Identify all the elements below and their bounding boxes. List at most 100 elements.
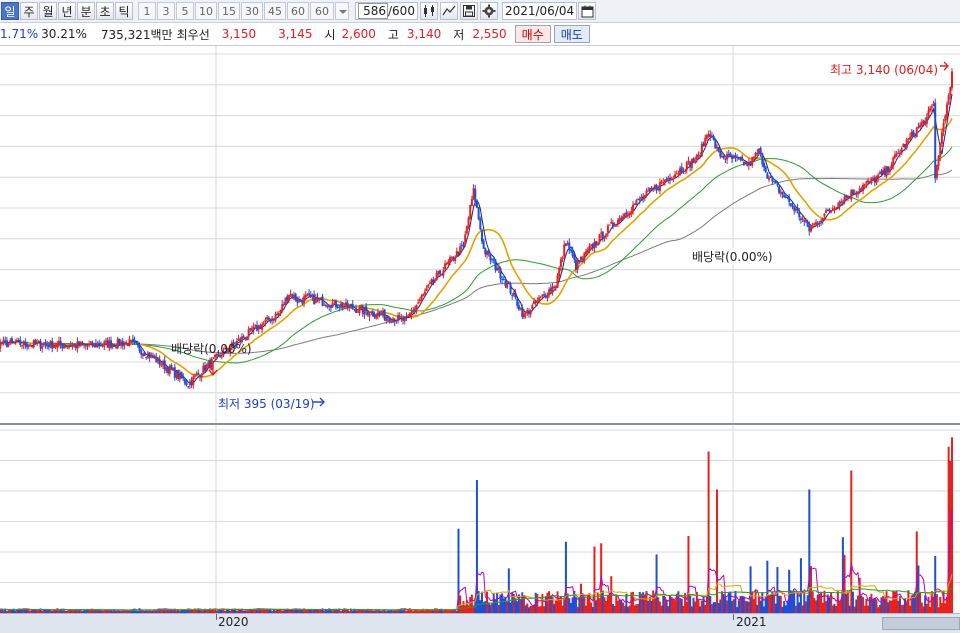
candle-body (425, 288, 428, 291)
interval-button-10[interactable]: 10 (195, 2, 217, 20)
candle-body (19, 339, 22, 345)
interval-dropdown-button[interactable] (335, 2, 349, 20)
candle-body (412, 310, 415, 312)
candle-body (334, 300, 337, 308)
period-button-3[interactable]: 년 (58, 2, 76, 20)
candle-body (482, 240, 485, 249)
candle-body (531, 305, 534, 309)
interval-custom-field[interactable]: 60 (310, 2, 334, 20)
volume-chart[interactable] (0, 425, 960, 613)
scroll-thumb[interactable] (882, 617, 960, 630)
candle-body (935, 164, 938, 178)
chart-toolbar: 일주월년분초틱 1 3 5 10 15 30 45 60 60 586 /600 2021/0… (0, 0, 960, 23)
candle-body (264, 319, 267, 322)
interval-button-30[interactable]: 30 (241, 2, 263, 20)
candle-body (764, 166, 767, 173)
candle-body (328, 305, 331, 307)
buy-button[interactable]: 매수 (514, 25, 551, 43)
candle-body (89, 341, 92, 343)
candle-body (630, 211, 633, 215)
candle-body (467, 217, 470, 227)
period-button-5[interactable]: 초 (96, 2, 114, 20)
period-button-2[interactable]: 월 (39, 2, 57, 20)
data-count-current[interactable]: 586 (358, 3, 388, 19)
date-value: 2021/06/04 (504, 4, 575, 18)
interval-button-60[interactable]: 60 (287, 2, 309, 20)
candle-body (841, 202, 844, 204)
candle-body (474, 189, 477, 203)
candle-body (422, 293, 425, 297)
candle-body (509, 283, 512, 294)
volume-bar (715, 489, 718, 613)
candle-body (714, 138, 717, 149)
interval-button-3[interactable]: 3 (157, 2, 175, 20)
interval-button-45[interactable]: 45 (264, 2, 286, 20)
trade-amount: 735,321백만 (100, 27, 173, 42)
date-field[interactable]: 2021/06/04 (501, 2, 578, 20)
data-count-field[interactable]: 586 /600 (355, 2, 418, 20)
candle-body (920, 122, 923, 126)
candle-body (487, 249, 490, 254)
time-axis[interactable]: 2020 2021 (0, 613, 960, 633)
candle-body (875, 176, 878, 183)
candle-body (331, 302, 334, 308)
calendar-icon[interactable] (578, 2, 597, 20)
interval-button-15[interactable]: 15 (218, 2, 240, 20)
ma60-line (0, 146, 953, 364)
candle-body (252, 326, 255, 330)
period-button-0[interactable]: 일 (1, 2, 19, 20)
candle-body (477, 207, 480, 220)
candle-body (925, 116, 928, 124)
candle-body (818, 222, 821, 224)
candle-body (632, 204, 635, 212)
candles (0, 68, 953, 390)
candle-body (480, 230, 483, 242)
candle-body (937, 155, 940, 167)
volume-grid (0, 425, 960, 613)
candle-body (41, 346, 44, 349)
candle-body (7, 343, 10, 346)
period-button-1[interactable]: 주 (20, 2, 38, 20)
candle-body (687, 160, 690, 162)
candle-body (561, 257, 564, 259)
candle-body (912, 130, 915, 136)
candle-body (529, 310, 532, 315)
candle-body (940, 132, 943, 144)
candle-settings-icon[interactable] (419, 2, 438, 20)
period-button-4[interactable]: 분 (77, 2, 95, 20)
candle-body (759, 147, 762, 153)
sell-button[interactable]: 매도 (553, 25, 590, 43)
candle-body (12, 341, 15, 343)
candle-body (951, 71, 953, 88)
candle-body (470, 199, 473, 206)
candle-body (625, 212, 628, 215)
candle-body (403, 317, 406, 321)
candle-body (536, 301, 539, 303)
turnover-percent: 30.21% (41, 27, 87, 41)
candle-body (635, 200, 638, 206)
candle-body (717, 147, 720, 152)
candle-body (798, 211, 801, 218)
candle-body (791, 204, 794, 207)
candle-body (558, 268, 561, 277)
price-chart[interactable] (0, 46, 960, 423)
candle-body (823, 213, 826, 217)
candle-body (479, 218, 482, 230)
interval-button-1[interactable]: 1 (138, 2, 156, 20)
candle-body (516, 299, 519, 306)
candle-body (494, 259, 497, 270)
candle-body (277, 313, 280, 316)
candle-body (386, 315, 389, 319)
line-tool-icon[interactable] (439, 2, 458, 20)
candle-body (811, 225, 814, 229)
period-button-6[interactable]: 틱 (115, 2, 133, 20)
data-count-total: /600 (388, 4, 415, 18)
low-label: 저 (453, 27, 465, 42)
candle-body (459, 246, 462, 255)
save-icon[interactable] (459, 2, 478, 20)
candle-body (905, 139, 908, 149)
gear-icon[interactable] (479, 2, 498, 20)
candle-body (598, 234, 601, 243)
candle-body (14, 342, 17, 344)
interval-button-5[interactable]: 5 (176, 2, 194, 20)
